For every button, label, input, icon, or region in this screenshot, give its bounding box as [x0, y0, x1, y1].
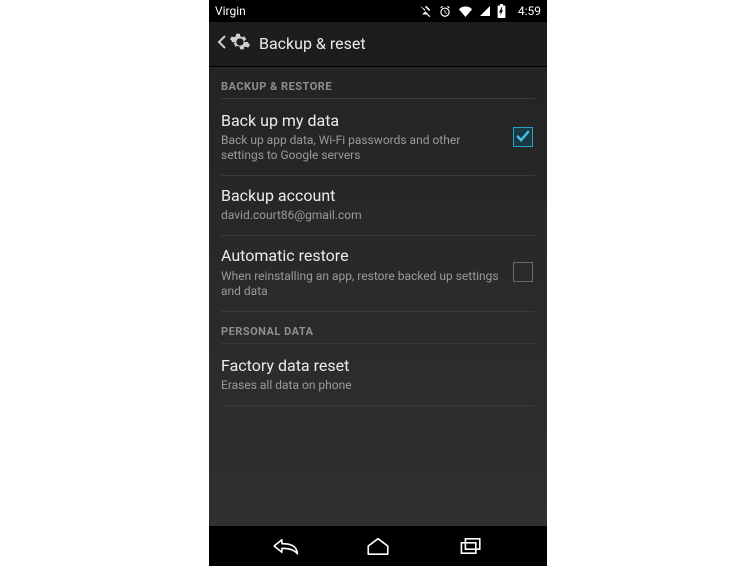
status-clock: 4:59 — [518, 0, 541, 22]
row-subtitle: david.court86@gmail.com — [221, 208, 525, 223]
section-header-personal-data: PERSONAL DATA — [221, 312, 535, 344]
row-backup-my-data[interactable]: Back up my data Back up app data, Wi-Fi … — [221, 101, 535, 176]
status-icons: 4:59 — [418, 0, 541, 22]
wifi-icon — [458, 5, 473, 17]
row-title: Factory data reset — [221, 356, 525, 375]
row-factory-data-reset[interactable]: Factory data reset Erases all data on ph… — [221, 346, 535, 406]
status-bar: Virgin — [209, 0, 547, 22]
row-title: Back up my data — [221, 111, 503, 130]
nav-back-button[interactable] — [268, 529, 302, 563]
gear-icon — [229, 31, 259, 58]
action-bar[interactable]: Backup & reset — [209, 22, 547, 67]
phone-frame: Virgin — [209, 0, 547, 566]
row-title: Backup account — [221, 186, 525, 205]
nav-home-button[interactable] — [361, 529, 395, 563]
row-subtitle: When reinstalling an app, restore backed… — [221, 269, 503, 299]
carrier-label: Virgin — [215, 0, 246, 22]
battery-charging-icon — [497, 4, 506, 18]
row-backup-account[interactable]: Backup account david.court86@gmail.com — [221, 176, 535, 236]
row-subtitle: Erases all data on phone — [221, 378, 525, 393]
signal-icon — [479, 5, 491, 17]
nav-recent-button[interactable] — [454, 529, 488, 563]
alarm-icon — [438, 4, 452, 18]
settings-content: BACKUP & RESTORE Back up my data Back up… — [209, 67, 547, 406]
checkbox-automatic-restore[interactable] — [513, 262, 533, 282]
row-automatic-restore[interactable]: Automatic restore When reinstalling an a… — [221, 236, 535, 311]
back-caret-icon[interactable] — [217, 34, 229, 55]
page-title: Backup & reset — [259, 36, 366, 52]
checkbox-backup-my-data[interactable] — [513, 127, 533, 147]
row-subtitle: Back up app data, Wi-Fi passwords and ot… — [221, 133, 503, 163]
row-title: Automatic restore — [221, 246, 503, 265]
section-header-backup-restore: BACKUP & RESTORE — [221, 67, 535, 99]
mute-icon — [418, 4, 432, 18]
nav-bar — [209, 526, 547, 566]
